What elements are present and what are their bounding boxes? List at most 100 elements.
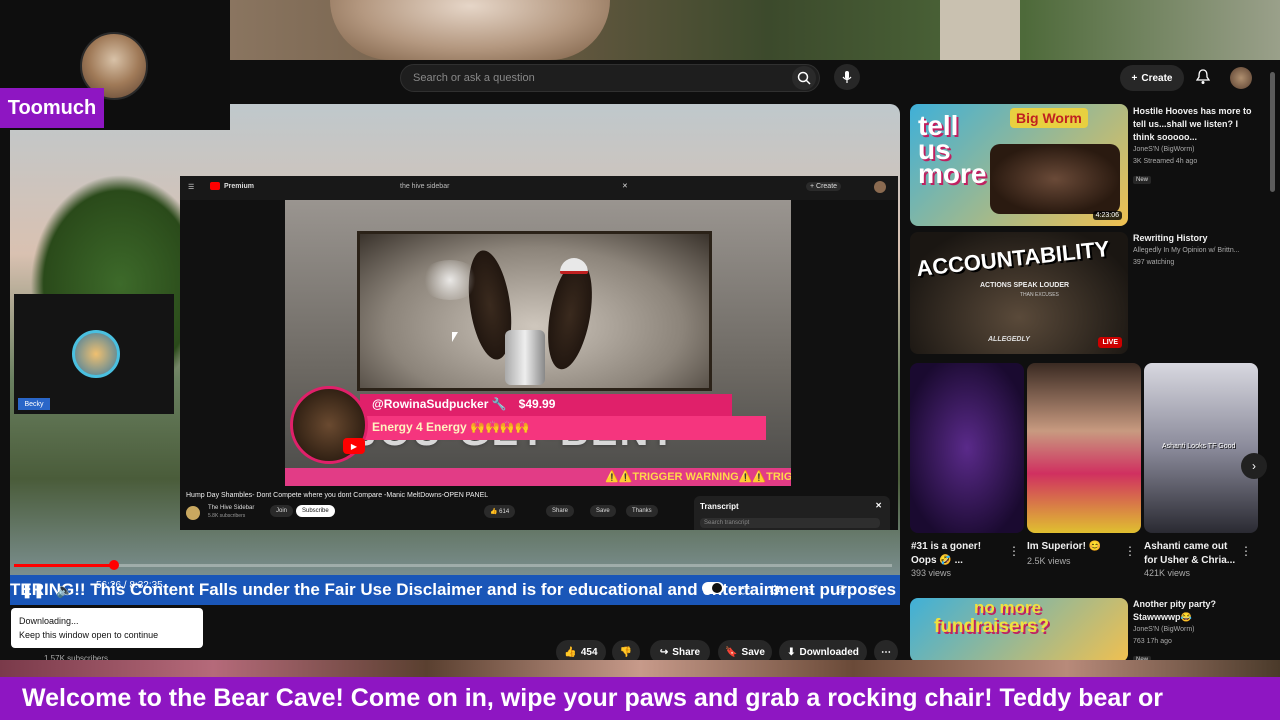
cast-button[interactable]: ⎚ [832,580,850,600]
create-label: Create [1141,72,1173,84]
short-info[interactable]: Im Superior! 😊 2.5K views [1027,540,1123,566]
short-thumbnail[interactable] [1027,363,1141,533]
inner-avatar [874,181,886,193]
volume-icon: 🔈 [56,581,74,598]
transcript-label: Transcript [700,502,739,511]
captions-icon: ㏄ [739,585,751,597]
inner-subscribe: Subscribe [296,505,335,517]
related-thumbnail[interactable]: ACCOUNTABILITY ACTIONS SPEAK LOUDER THAN… [910,232,1128,354]
related-info[interactable]: Hostile Hooves has more to tell us...sha… [1133,105,1263,186]
short-menu-button[interactable]: ⋮ [1124,544,1136,558]
mouse-cursor [452,332,458,342]
downloaded-label: Downloaded [799,646,859,658]
superchat-amount: $49.99 [518,397,556,411]
short-title: Oops 🤣 ... [911,555,963,566]
short-menu-button[interactable]: ⋮ [1240,544,1252,558]
save-label: Save [741,646,765,658]
spray-can [505,330,545,385]
voice-search-button[interactable] [834,64,860,90]
inner-join: Join [270,505,294,517]
thumb-sub: ACTIONS SPEAK LOUDER [980,282,1070,289]
porch-post [940,0,1020,60]
share-icon: ↪ [659,646,669,658]
close-icon: ✕ [875,501,882,510]
scrollbar-thumb[interactable] [1270,72,1275,192]
related-thumbnail[interactable]: tell us more Big Worm 4:23:06 [910,104,1128,226]
search-input[interactable]: Search or ask a question [400,64,820,92]
related-title: tell us...shall we listen? I [1133,119,1239,129]
pause-button[interactable]: ❚❚ [21,580,45,600]
new-badge: New [1133,176,1152,184]
short-thumbnail[interactable] [910,363,1024,533]
related-title: think sooooo... [1133,132,1197,142]
short-info[interactable]: #31 is a goner! Oops 🤣 ... 393 views [911,540,1007,578]
search-icon [797,71,811,85]
inner-channel-avatar [186,506,200,520]
inner-share: Share [546,505,575,517]
close-icon: ✕ [622,183,628,190]
download-icon: ⬇ [787,646,796,658]
thumb-brand: ALLEGEDLY [988,336,1030,343]
related-info[interactable]: Rewriting History Allegedly In My Opinio… [1133,232,1263,269]
chevron-right-icon: › [1252,459,1256,473]
live-badge: LIVE [1098,337,1122,348]
short-info[interactable]: Ashanti came out for Usher & Chria... 42… [1144,540,1240,578]
captions-button[interactable]: ㏄ [736,580,754,600]
create-button[interactable]: + Create [1120,65,1184,91]
transcript-search: Search transcript [700,518,880,528]
more-icon: ⋯ [881,646,891,658]
thumb-text-line: more [918,158,987,189]
short-title: for Usher & Chria... [1144,555,1236,566]
miniplayer-button[interactable]: ▭ [800,580,818,600]
smoke [420,260,480,300]
inner-topbar: ☰ Premium the hive sidebar ✕ + Create [180,176,898,200]
settings-button[interactable]: ⚙ [766,580,784,600]
welcome-ticker: Welcome to the Bear Cave! Come on in, wi… [0,677,1280,720]
related-channel: JoneS'N (BigWorm) [1133,626,1195,633]
progress-bar[interactable] [14,564,892,567]
inner-video-title: Hump Day Shambles- Dont Compete where yo… [186,492,489,499]
like-count: 454 [580,646,598,658]
inner-create: + Create [806,182,842,191]
bear-figure [330,0,610,60]
shorts-next-button[interactable]: › [1241,453,1267,479]
related-thumbnail[interactable]: no more fundraisers? [910,598,1128,662]
autoplay-toggle[interactable] [702,582,724,594]
superchat-user: @RowinaSudpucker 🔧 [372,397,507,411]
mic-icon [842,71,852,83]
thumb-text: fundraisers? [934,616,1050,637]
account-avatar[interactable] [1230,67,1252,89]
superchat-message: Energy 4 Energy 🙌🙌🙌🙌 [360,416,766,440]
plus-icon: + [1131,72,1138,84]
thumbs-down-icon: 👎 [619,646,633,658]
superchat-header: @RowinaSudpucker 🔧 $49.99 [360,394,732,416]
inner-like: 👍 614 [484,505,516,518]
kebab-icon: ⋮ [1240,544,1252,558]
related-channel: JoneS'N (BigWorm) [1133,146,1195,153]
bookmark-icon: 🔖 [725,646,738,658]
cohost-avatar [72,330,120,378]
inner-save: Save [590,505,616,517]
short-thumbnail[interactable]: Ashanti Looks TF Good [1144,363,1258,533]
bell-icon [1196,69,1210,84]
related-meta: 763 17h ago [1133,638,1172,645]
volume-button[interactable]: 🔈 [56,580,74,600]
notifications-button[interactable] [1192,66,1214,88]
kebab-icon: ⋮ [1008,544,1020,558]
short-title: #31 is a goner! [911,541,982,552]
cohost-tag: Becky [18,398,50,410]
download-toast: Downloading... Keep this window open to … [11,608,203,648]
short-menu-button[interactable]: ⋮ [1008,544,1020,558]
duration-badge: 4:23:06 [1092,211,1122,220]
fullscreen-button[interactable]: ⤢ [864,580,882,600]
toast-title: Downloading... [19,616,79,626]
inner-logo: Premium [224,183,254,190]
miniplayer-icon: ▭ [803,584,815,597]
inner-channel-name: The Hive Sidebar [208,505,255,511]
search-button[interactable] [792,66,816,90]
thumb-title: ACCOUNTABILITY [915,235,1111,282]
thumbs-up-icon: 👍 [564,646,577,658]
pause-icon: ❚❚ [21,581,45,598]
progress-fill [14,564,115,567]
related-info[interactable]: Another pity party? Stawwwwp😂 JoneS'N (B… [1133,598,1263,666]
